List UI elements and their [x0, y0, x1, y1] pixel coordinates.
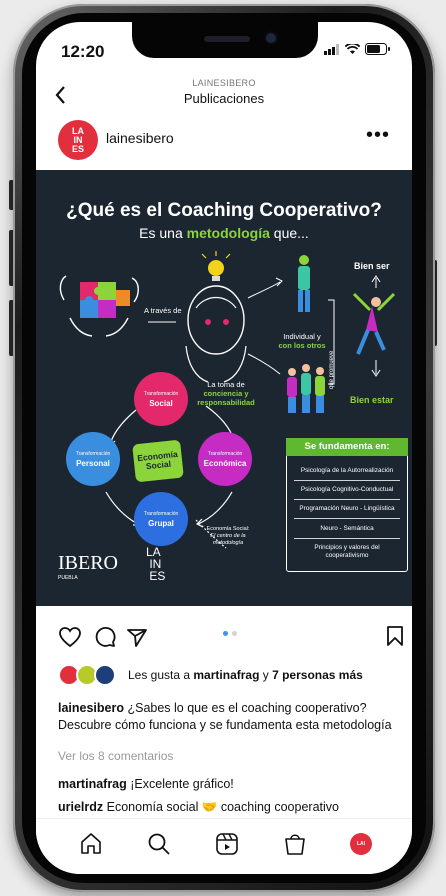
page-title: Publicaciones	[183, 91, 265, 106]
cellular-signal-icon	[324, 43, 339, 55]
puzzle-illustration	[59, 275, 139, 337]
comment: martinafrag ¡Excelente gráfico!	[58, 777, 234, 791]
bottom-tab-bar: LAI	[36, 818, 412, 874]
top-nav: LAINESIBERO Publicaciones	[36, 76, 412, 112]
bookmark-icon[interactable]	[386, 625, 404, 647]
fund-item: Principios y valores del cooperativismo	[314, 544, 380, 559]
post-username[interactable]: lainesibero	[106, 130, 174, 146]
carousel-dots	[223, 631, 237, 636]
post-image[interactable]: ¿Qué es el Coaching Cooperativo? Es una …	[36, 170, 412, 606]
send-icon[interactable]	[126, 626, 148, 648]
fund-item: Programación Neuro - Lingüística	[299, 505, 395, 512]
divider	[294, 518, 400, 519]
circle-social: Transformación Social	[134, 372, 188, 426]
comment-icon[interactable]	[94, 626, 116, 648]
account-name: LAINESIBERO	[192, 78, 256, 88]
speaker	[204, 36, 250, 42]
label-toma: La toma de conciencia y responsabilidad	[197, 380, 255, 407]
bulb-icon	[201, 251, 231, 281]
circle-economica: Transformación Económica	[198, 432, 252, 486]
label-individual: Individual y con los otros	[278, 332, 326, 350]
wifi-icon	[345, 43, 360, 54]
woman-illustration	[185, 285, 247, 383]
avatar[interactable]: LA IN ES	[58, 120, 98, 160]
fund-item: Psicología de la Autorrealización	[300, 467, 394, 474]
ibero-logo: IBERO	[58, 552, 118, 574]
label-a-traves: A través de	[144, 306, 182, 315]
home-icon[interactable]	[78, 831, 104, 857]
search-icon[interactable]	[146, 831, 172, 857]
divider	[294, 480, 400, 481]
fund-item: Neuro - Semántica	[320, 525, 374, 532]
person-standing	[298, 255, 310, 312]
laines-logo: LA IN ES	[146, 545, 166, 583]
label-economia-note: Economía Social: El centro de la metodolog…	[206, 526, 250, 546]
battery-icon	[365, 43, 390, 55]
post-caption: lainesibero ¿Sabes lo que es el coaching…	[58, 701, 392, 732]
fund-item: Psicología Cognitivo-Conductual	[300, 486, 394, 493]
status-icons	[324, 43, 390, 55]
status-time: 12:20	[61, 42, 105, 61]
circle-grupal: Transformación Grupal	[134, 492, 188, 546]
notch	[132, 22, 318, 58]
view-comments-link[interactable]: Ver los 8 comentarios	[58, 749, 173, 763]
ibero-puebla: PUEBLA	[58, 575, 78, 581]
shop-bag-icon[interactable]	[282, 831, 308, 857]
jumping-person	[352, 292, 396, 355]
badge-economia-social: Economía Social	[132, 439, 184, 483]
likes-text[interactable]: Les gusta a martinafrag y 7 personas más	[128, 668, 363, 682]
liker-avatars	[58, 664, 116, 686]
profile-avatar-icon[interactable]: LAI	[350, 833, 372, 855]
more-horizontal-icon[interactable]: •••	[366, 124, 390, 147]
circle-personal: Transformación Personal	[66, 432, 120, 486]
label-promueve: que promueve	[329, 350, 335, 390]
reels-icon[interactable]	[214, 831, 240, 857]
heart-icon[interactable]	[58, 626, 82, 648]
post-actions	[36, 620, 412, 650]
likes-row: Les gusta a martinafrag y 7 personas más	[58, 664, 398, 686]
fundamenta-header: Se fundamenta en:	[286, 438, 408, 456]
comment: urielrdz Economía social 🤝 coaching coop…	[58, 800, 339, 814]
divider	[294, 499, 400, 500]
post-header: LA IN ES lainesibero •••	[36, 118, 412, 162]
screen: 12:20 LAINESIBERO Publicaciones LA IN ES l…	[36, 22, 412, 874]
label-bien-ser: Bien ser	[354, 261, 390, 271]
front-camera	[266, 33, 276, 43]
group-people	[287, 364, 325, 413]
label-bien-estar: Bien estar	[350, 395, 394, 405]
divider	[294, 538, 400, 539]
